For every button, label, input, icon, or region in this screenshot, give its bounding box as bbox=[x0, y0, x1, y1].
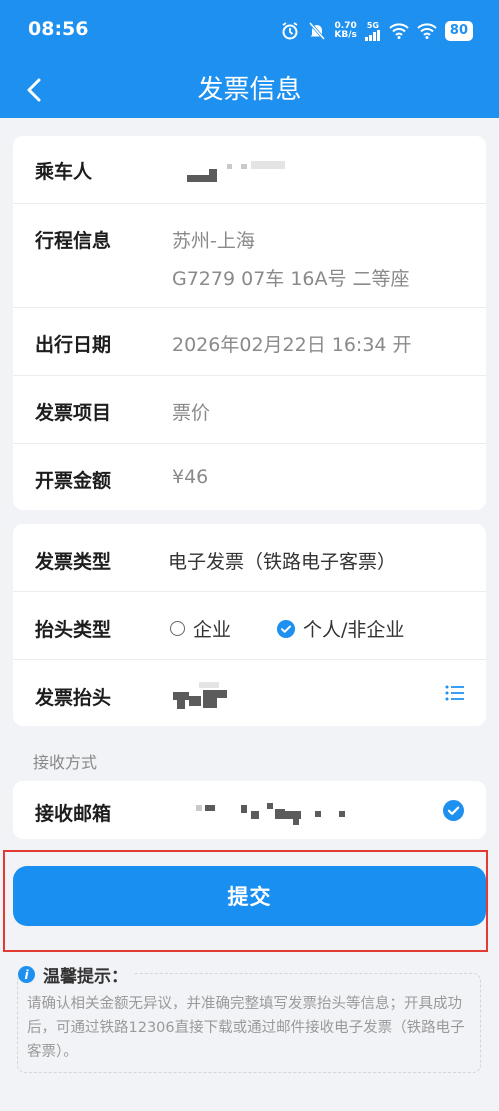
email-row[interactable]: 接收邮箱 bbox=[13, 781, 486, 839]
radio-company[interactable]: 企业 bbox=[170, 615, 231, 642]
tip-text: 请确认相关金额无异议，并准确完整填写发票抬头等信息；开具成功后，可通过铁路123… bbox=[27, 996, 465, 1060]
status-bar: 08:56 0.70 KB/s 5G 80 bbox=[0, 0, 499, 62]
itinerary-label: 行程信息 bbox=[35, 230, 112, 252]
travel-date-value: 2026年02月22日 16:34 开 bbox=[172, 334, 412, 356]
header-type-row: 抬头类型 企业 个人/非企业 bbox=[13, 592, 486, 660]
tip-title: i 温馨提示： bbox=[18, 962, 134, 987]
passenger-label: 乘车人 bbox=[35, 161, 93, 183]
wifi-icon bbox=[389, 23, 409, 39]
signal-bars-icon bbox=[364, 30, 380, 41]
itinerary-seat: G7279 07车 16A号 二等座 bbox=[172, 268, 410, 290]
invoice-amount-row: 开票金额 ¥46 bbox=[13, 444, 486, 510]
radio-personal-label: 个人/非企业 bbox=[303, 619, 405, 641]
radio-personal[interactable]: 个人/非企业 bbox=[277, 615, 404, 642]
net-speed: 0.70 KB/s bbox=[334, 21, 357, 40]
battery-indicator: 80 bbox=[444, 21, 473, 41]
invoice-item-label: 发票项目 bbox=[35, 402, 112, 424]
invoice-type-label: 发票类型 bbox=[35, 551, 112, 573]
email-card: 接收邮箱 bbox=[13, 781, 486, 839]
travel-date-row: 出行日期 2026年02月22日 16:34 开 bbox=[13, 308, 486, 376]
radio-unchecked-icon bbox=[170, 621, 185, 636]
email-label: 接收邮箱 bbox=[35, 803, 112, 825]
invoice-header-label: 发票抬头 bbox=[35, 687, 112, 709]
invoice-settings-card: 发票类型 电子发票（铁路电子客票） 抬头类型 企业 个人/非企业 发票抬头 bbox=[13, 524, 486, 726]
invoice-amount-value: ¥46 bbox=[172, 466, 209, 488]
email-selected-check-icon[interactable] bbox=[443, 800, 464, 821]
page-title: 发票信息 bbox=[197, 75, 302, 105]
status-icons: 0.70 KB/s 5G 80 bbox=[280, 18, 473, 44]
submit-button[interactable]: 提交 bbox=[13, 866, 486, 926]
invoice-item-value: 票价 bbox=[172, 402, 211, 424]
itinerary-route: 苏州-上海 bbox=[172, 230, 255, 252]
info-icon: i bbox=[18, 966, 35, 983]
receive-method-caption: 接收方式 bbox=[33, 753, 98, 772]
header-type-label: 抬头类型 bbox=[35, 619, 112, 641]
trip-info-card: 乘车人 行程信息 苏州-上海 G7279 07车 16A号 二等座 出行日期 2… bbox=[13, 136, 486, 510]
tip-title-text: 温馨提示： bbox=[43, 967, 128, 987]
cell-signal: 5G bbox=[364, 21, 381, 41]
nav-bar: 发票信息 bbox=[0, 62, 499, 118]
travel-date-label: 出行日期 bbox=[35, 334, 112, 356]
invoice-amount-label: 开票金额 bbox=[35, 470, 112, 492]
mute-bell-icon bbox=[309, 22, 326, 40]
invoice-item-row: 发票项目 票价 bbox=[13, 376, 486, 444]
passenger-row: 乘车人 bbox=[13, 136, 486, 204]
status-time: 08:56 bbox=[28, 18, 89, 40]
wifi-icon-secondary bbox=[417, 23, 437, 39]
invoice-type-value: 电子发票（铁路电子客票） bbox=[168, 551, 397, 573]
check-circle-icon bbox=[277, 619, 295, 638]
list-select-icon[interactable] bbox=[444, 683, 466, 703]
radio-company-label: 企业 bbox=[193, 619, 232, 641]
itinerary-row: 行程信息 苏州-上海 G7279 07车 16A号 二等座 bbox=[13, 204, 486, 308]
invoice-header-row[interactable]: 发票抬头 bbox=[13, 660, 486, 726]
alarm-icon bbox=[282, 22, 298, 40]
invoice-type-row: 发票类型 电子发票（铁路电子客票） bbox=[13, 524, 486, 592]
